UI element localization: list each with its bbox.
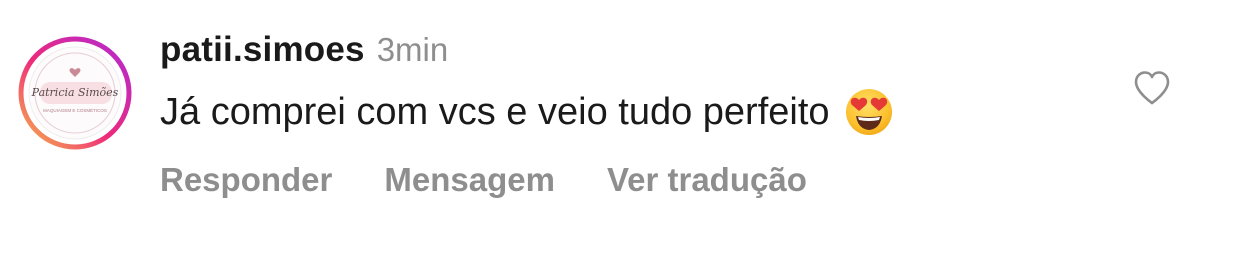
comment: Patricia Simões MAQUIAGEM E COSMÉTICOS p…: [0, 0, 1242, 262]
username[interactable]: patii.simoes: [160, 30, 365, 70]
translate-button[interactable]: Ver tradução: [607, 161, 807, 199]
message-button[interactable]: Mensagem: [384, 161, 555, 199]
timestamp: 3min: [376, 31, 449, 68]
comment-text: Já comprei com vcs e veio tudo perfeito: [160, 90, 830, 133]
comment-actions: Responder Mensagem Ver tradução: [160, 158, 859, 202]
avatar-logo-tagline: MAQUIAGEM E COSMÉTICOS: [43, 107, 107, 113]
heart-icon[interactable]: [1133, 70, 1171, 106]
reply-button[interactable]: Responder: [160, 161, 332, 199]
comment-text-row: Já comprei com vcs e veio tudo perfeito: [160, 86, 894, 138]
avatar-logo-name: Patricia Simões: [31, 86, 119, 99]
comment-header: patii.simoes 3min: [160, 30, 448, 76]
avatar[interactable]: Patricia Simões MAQUIAGEM E COSMÉTICOS: [18, 36, 132, 150]
heart-eyes-emoji-icon: [844, 87, 894, 137]
